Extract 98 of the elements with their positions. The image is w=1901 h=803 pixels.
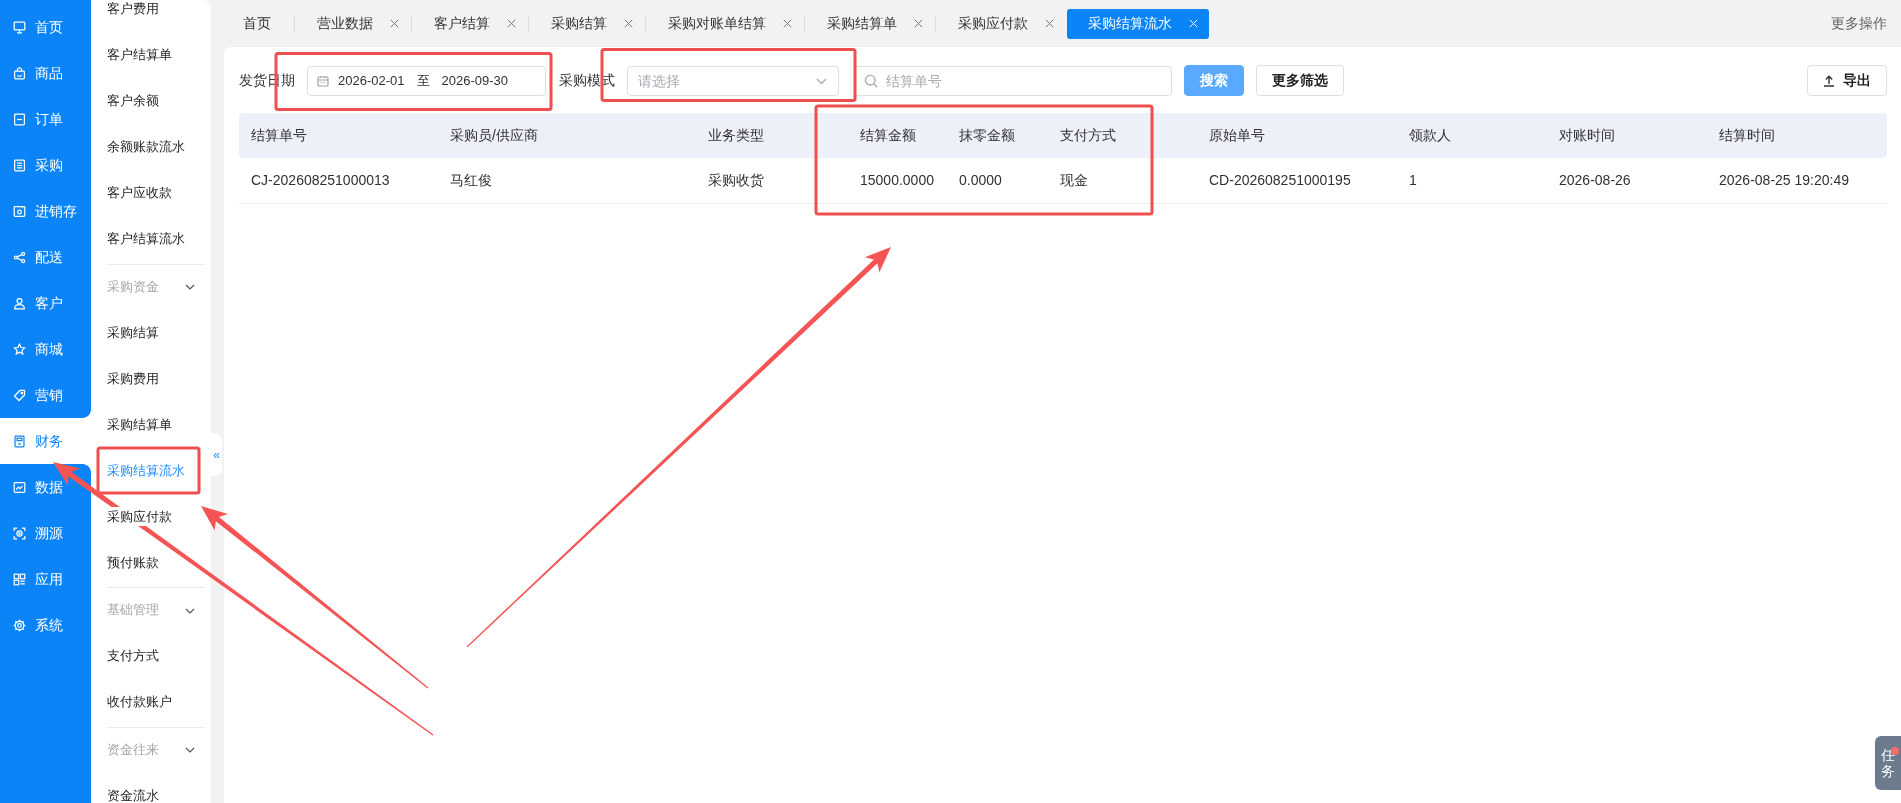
submenu-item[interactable]: 客户余额 [91, 78, 211, 124]
document-icon [13, 112, 26, 126]
nav-item[interactable]: 采购 [0, 142, 91, 188]
tab[interactable]: 采购结算流水 [1067, 8, 1209, 39]
close-icon[interactable] [783, 19, 792, 28]
nav-item[interactable]: 营销 [0, 372, 91, 418]
share-icon [13, 250, 26, 264]
calculator-icon [13, 434, 26, 448]
nav-item[interactable]: 订单 [0, 96, 91, 142]
submenu-item[interactable]: 客户结算流水 [91, 216, 211, 262]
table-cell: CJ-202608251000013 [239, 158, 438, 204]
column-header: 对账时间 [1547, 113, 1707, 158]
submenu-item[interactable]: 预付账款 [91, 539, 211, 586]
submenu-item[interactable]: 客户应收款 [91, 170, 211, 216]
collapse-button[interactable]: « [211, 433, 222, 476]
safe-icon [13, 204, 26, 218]
tab[interactable]: 采购结算单 [805, 8, 935, 39]
tab[interactable]: 采购对账单结算 [646, 8, 804, 39]
column-header: 结算单号 [239, 113, 438, 158]
user-icon [13, 296, 26, 310]
tag-icon [13, 388, 26, 402]
range-separator: 至 [416, 71, 430, 90]
mode-select[interactable]: 请选择 [627, 65, 839, 96]
caret-icon [816, 77, 827, 85]
nav-item[interactable]: 应用 [0, 556, 91, 602]
end-date: 2026-09-30 [441, 71, 508, 90]
upload-icon [1823, 74, 1835, 87]
close-icon[interactable] [914, 19, 923, 28]
column-header: 采购员/供应商 [438, 113, 696, 158]
bag-icon [13, 66, 26, 80]
chevron-icon [185, 747, 195, 753]
nav-item[interactable]: 溯源 [0, 510, 91, 556]
column-header: 支付方式 [1048, 113, 1197, 158]
column-header: 抹零金额 [947, 113, 1048, 158]
nav-item[interactable]: 商城 [0, 326, 91, 372]
submenu-item[interactable]: 资金流水 [91, 772, 211, 803]
target-icon [13, 526, 26, 540]
group-label: 资金往来 [107, 741, 159, 759]
nav-item[interactable]: 系统 [0, 602, 91, 648]
search-field[interactable]: 结算单号 [854, 65, 1172, 96]
chevron-icon [185, 284, 195, 290]
table-cell: 采购收货 [696, 158, 848, 204]
tab[interactable]: 客户结算 [412, 8, 528, 39]
nav-item[interactable]: 数据 [0, 464, 91, 510]
table-cell: 2026-08-26 [1547, 158, 1707, 204]
table-cell: 现金 [1048, 158, 1197, 204]
date-range-field[interactable]: 2026-02-01 至 2026-09-30 [307, 65, 546, 96]
search-icon [864, 73, 878, 88]
chevron-icon [185, 607, 195, 614]
clipboard-icon [13, 158, 26, 172]
table-cell: 1 [1397, 158, 1547, 204]
submenu-item[interactable]: 余额账款流水 [91, 124, 211, 170]
submenu-item[interactable]: 客户费用 [91, 0, 211, 32]
nav-item[interactable]: 进销存 [0, 188, 91, 234]
calendar-icon [317, 74, 329, 87]
table-cell: 2026-08-25 19:20:49 [1707, 158, 1887, 204]
submenu-item[interactable]: 采购结算单 [91, 401, 211, 448]
submenu-item[interactable]: 采购应付款 [91, 493, 211, 540]
nav-item[interactable]: 财务 [0, 418, 91, 464]
column-header: 原始单号 [1197, 113, 1397, 158]
monitor-icon [13, 20, 26, 34]
star-icon [13, 342, 26, 356]
table-cell: 15000.0000 [848, 158, 947, 204]
group-label: 基础管理 [107, 602, 159, 620]
submenu-item[interactable]: 客户结算单 [91, 32, 211, 78]
start-date: 2026-02-01 [338, 71, 405, 90]
task-button[interactable]: 任务 [1875, 736, 1901, 790]
table-cell: CD-202608251000195 [1197, 158, 1397, 204]
column-header: 结算时间 [1707, 113, 1887, 158]
tab[interactable]: 采购应付款 [936, 8, 1066, 39]
tab[interactable]: 营业数据 [295, 8, 411, 39]
submenu-item[interactable]: 采购结算流水 [91, 447, 211, 494]
close-icon[interactable] [390, 19, 399, 28]
more-actions-link[interactable]: 更多操作 [1831, 13, 1887, 34]
group-label: 采购资金 [107, 278, 159, 296]
submenu-item[interactable]: 支付方式 [91, 633, 211, 679]
column-header: 业务类型 [696, 113, 848, 158]
close-icon[interactable] [507, 19, 516, 28]
close-icon[interactable] [624, 19, 633, 28]
column-header: 领款人 [1397, 113, 1547, 158]
submenu-item[interactable]: 收付款账户 [91, 679, 211, 725]
chart-icon [13, 480, 26, 494]
tab[interactable]: 采购结算 [529, 8, 645, 39]
grid-icon [13, 572, 26, 586]
settings-icon [13, 618, 26, 632]
close-icon[interactable] [1045, 19, 1054, 28]
submenu-item[interactable]: 采购费用 [91, 355, 211, 402]
table-cell: 马红俊 [438, 158, 696, 204]
nav-item[interactable]: 商品 [0, 50, 91, 96]
tab[interactable]: 首页 [224, 8, 294, 39]
submenu-item[interactable]: 采购结算 [91, 309, 211, 356]
export-button[interactable]: 导出 [1807, 65, 1887, 96]
column-header: 结算金额 [848, 113, 947, 158]
nav-item[interactable]: 配送 [0, 234, 91, 280]
nav-item[interactable]: 首页 [0, 4, 91, 50]
more-filters-button[interactable]: 更多筛选 [1256, 65, 1344, 96]
nav-item[interactable]: 客户 [0, 280, 91, 326]
table-cell: 0.0000 [947, 158, 1048, 204]
